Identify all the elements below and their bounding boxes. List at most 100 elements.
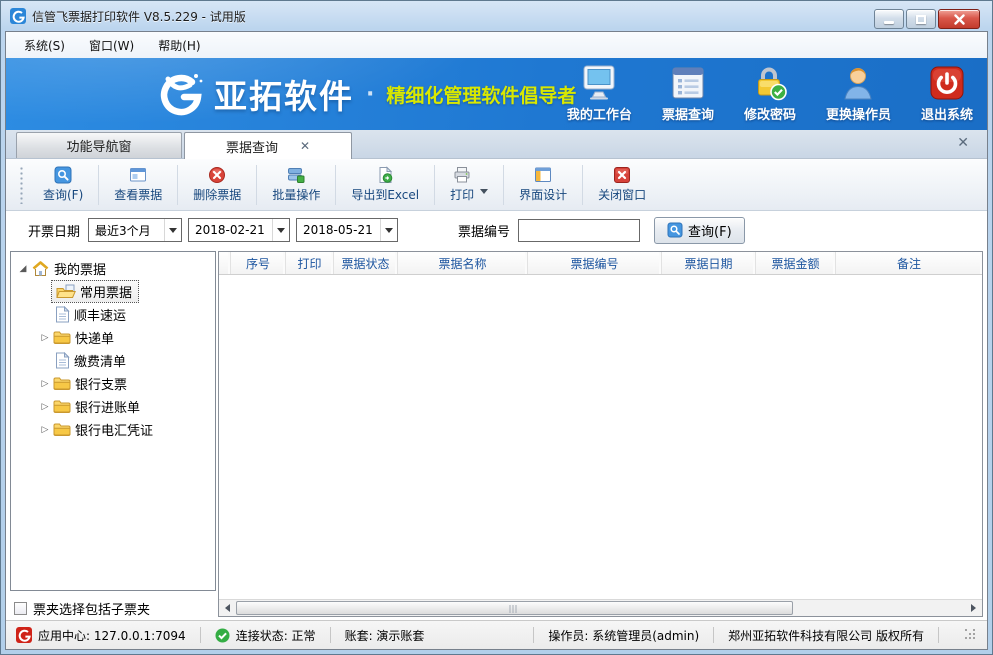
folder-tree: ◢ 我的票据 常用票据: [10, 251, 216, 591]
tab-ticket-query[interactable]: 票据查询 ✕: [184, 132, 352, 159]
tree-item-deposit[interactable]: ▷ 银行进账单: [11, 395, 215, 418]
tab-close-icon[interactable]: ✕: [300, 139, 310, 153]
delete-ticket-button[interactable]: 删除票据: [181, 162, 253, 207]
toolbar-grip[interactable]: [20, 166, 23, 204]
brand-logo-icon: [152, 69, 204, 119]
column-name[interactable]: 票据名称: [398, 252, 528, 274]
workbench-button[interactable]: 我的工作台: [567, 65, 632, 123]
table-header: 序号 打印 票据状态 票据名称 票据编号 票据日期 票据金额 备注: [219, 252, 982, 275]
column-date[interactable]: 票据日期: [662, 252, 756, 274]
include-subfolder-option[interactable]: 票夹选择包括子票夹: [14, 599, 150, 618]
scroll-left-button[interactable]: [219, 600, 236, 616]
batch-operation-button[interactable]: 批量操作: [260, 162, 332, 207]
resize-grip[interactable]: [965, 629, 977, 641]
expander-closed-icon[interactable]: ▷: [39, 333, 51, 343]
invoice-date-label: 开票日期: [28, 221, 80, 240]
operator-status: 操作员: 系统管理员(admin): [548, 627, 699, 644]
tree-item-check[interactable]: ▷ 银行支票: [11, 372, 215, 395]
ok-check-icon: [215, 628, 230, 643]
close-window-button[interactable]: 关闭窗口: [586, 162, 658, 207]
main-area: ◢ 我的票据 常用票据: [6, 249, 987, 620]
ticket-query-button[interactable]: 票据查询: [662, 65, 714, 123]
column-number[interactable]: 票据编号: [528, 252, 662, 274]
brand-separator: ·: [366, 82, 374, 107]
selected-tree-item[interactable]: 常用票据: [51, 280, 139, 303]
column-remark[interactable]: 备注: [836, 252, 982, 274]
expander-closed-icon[interactable]: ▷: [39, 402, 51, 412]
menu-help[interactable]: 帮助(H): [148, 34, 210, 57]
search-icon: [54, 166, 72, 184]
minimize-button[interactable]: [874, 9, 904, 29]
close-button[interactable]: [938, 9, 980, 29]
column-status[interactable]: 票据状态: [334, 252, 398, 274]
delete-icon: [208, 166, 226, 184]
date-to-select[interactable]: 2018-05-21: [296, 218, 398, 242]
close-icon: [954, 14, 965, 25]
printer-icon: [453, 166, 471, 184]
print-button[interactable]: 打印: [438, 162, 500, 207]
checkbox-label: 票夹选择包括子票夹: [33, 599, 150, 618]
power-icon: [929, 65, 965, 101]
column-amount[interactable]: 票据金额: [756, 252, 836, 274]
layout-design-icon: [534, 166, 552, 184]
tree-item-sf[interactable]: 顺丰速运: [11, 303, 215, 326]
column-seq[interactable]: 序号: [231, 252, 286, 274]
toolbar-separator: [177, 165, 178, 205]
scroll-right-button[interactable]: [965, 600, 982, 616]
toolbar-separator: [98, 165, 99, 205]
date-from-select[interactable]: 2018-02-21: [188, 218, 290, 242]
maximize-icon: [916, 15, 926, 24]
folder-icon: [53, 376, 71, 391]
monitor-icon: [579, 65, 619, 101]
window-title: 信管飞票据打印软件 V8.5.229 - 试用版: [32, 8, 246, 25]
app-center-status: 应用中心: 127.0.0.1:7094: [16, 627, 186, 644]
tab-strip: 功能导航窗 票据查询 ✕ ✕: [6, 130, 987, 158]
tree-item-common[interactable]: 常用票据: [11, 280, 215, 303]
view-ticket-button[interactable]: 查看票据: [102, 162, 174, 207]
tree-item-root[interactable]: ◢ 我的票据: [11, 257, 215, 280]
tree-item-payment[interactable]: 缴费清单: [11, 349, 215, 372]
toolbar-separator: [582, 165, 583, 205]
list-icon: [671, 65, 705, 101]
window-form-icon: [129, 166, 147, 184]
account-set-status: 账套: 演示账套: [345, 627, 425, 644]
status-separator: [713, 627, 714, 643]
ui-design-button[interactable]: 界面设计: [507, 162, 579, 207]
ticket-number-input[interactable]: [518, 219, 640, 242]
export-excel-button[interactable]: 导出到Excel: [339, 162, 431, 207]
status-separator: [533, 627, 534, 643]
change-operator-button[interactable]: 更换操作员: [826, 65, 891, 123]
brand-block: 亚拓软件 · 精细化管理软件倡导者: [152, 69, 576, 119]
scrollbar-thumb[interactable]: [236, 601, 793, 615]
user-icon: [841, 65, 875, 101]
chevron-down-icon: [277, 228, 285, 233]
tree-item-wire[interactable]: ▷ 银行电汇凭证: [11, 418, 215, 441]
toolbar: 查询(F) 查看票据 删除票据 批量操作: [6, 158, 987, 211]
date-range-select[interactable]: 最近3个月: [88, 218, 182, 242]
tab-nav-window[interactable]: 功能导航窗: [16, 132, 182, 158]
filter-query-button[interactable]: 查询(F): [654, 217, 745, 244]
tree-item-express[interactable]: ▷ 快递单: [11, 326, 215, 349]
expander-closed-icon[interactable]: ▷: [39, 379, 51, 389]
table-body[interactable]: [219, 275, 982, 599]
panel-close-icon[interactable]: ✕: [957, 135, 969, 151]
query-button[interactable]: 查询(F): [31, 162, 95, 207]
chevron-down-icon: [385, 228, 393, 233]
column-print[interactable]: 打印: [286, 252, 334, 274]
checkbox-unchecked[interactable]: [14, 602, 27, 615]
menu-window[interactable]: 窗口(W): [79, 34, 144, 57]
menu-system[interactable]: 系统(S): [14, 34, 75, 57]
exit-system-button[interactable]: 退出系统: [921, 65, 973, 123]
change-password-button[interactable]: 修改密码: [744, 65, 796, 123]
maximize-button[interactable]: [906, 9, 936, 29]
expander-closed-icon[interactable]: ▷: [39, 425, 51, 435]
brand-slogan: 精细化管理软件倡导者: [386, 81, 576, 108]
expander-open-icon[interactable]: ◢: [17, 264, 29, 274]
title-bar[interactable]: 信管飞票据打印软件 V8.5.229 - 试用版: [1, 1, 992, 31]
row-indicator-column: [219, 252, 231, 274]
search-icon: [667, 222, 683, 238]
status-separator: [330, 627, 331, 643]
ticket-table: 序号 打印 票据状态 票据名称 票据编号 票据日期 票据金额 备注: [218, 251, 983, 617]
chevron-down-icon[interactable]: [480, 189, 488, 194]
horizontal-scrollbar[interactable]: [219, 599, 982, 616]
